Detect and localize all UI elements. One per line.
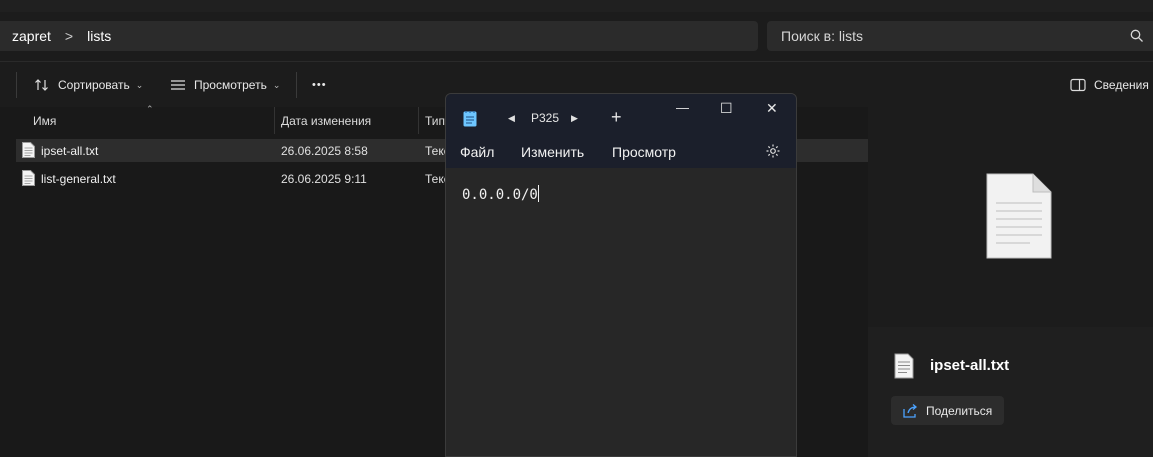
view-list-icon bbox=[171, 80, 185, 90]
share-button[interactable]: Поделиться bbox=[891, 396, 1004, 425]
menu-view[interactable]: Просмотр bbox=[612, 144, 676, 160]
share-label: Поделиться bbox=[926, 403, 993, 418]
details-pane-icon bbox=[1070, 78, 1086, 92]
chevron-down-icon: ⌄ bbox=[272, 79, 281, 90]
notepad-menubar: Файл Изменить Просмотр bbox=[446, 136, 796, 168]
details-pane: ipset-all.txt Поделиться bbox=[868, 107, 1153, 457]
gear-icon[interactable] bbox=[765, 143, 781, 159]
breadcrumb-zapret[interactable]: zapret bbox=[12, 28, 51, 44]
tab-scroll-right-icon[interactable]: ▶ bbox=[571, 113, 578, 124]
address-bar[interactable]: zapret > lists bbox=[0, 21, 758, 51]
notepad-window: ◀ P325 ▶ + — ☐ ✕ Файл Изменить Просмотр … bbox=[445, 93, 797, 457]
editor-content: 0.0.0.0/0 bbox=[462, 187, 538, 203]
details-file-name: ipset-all.txt bbox=[930, 357, 1010, 374]
menu-file[interactable]: Файл bbox=[460, 144, 494, 160]
preview-area bbox=[868, 107, 1153, 327]
column-name[interactable]: Имя bbox=[33, 114, 56, 128]
details-label: Сведения bbox=[1094, 78, 1149, 92]
notepad-titlebar[interactable]: ◀ P325 ▶ + — ☐ ✕ bbox=[446, 94, 796, 136]
title-strip bbox=[0, 0, 1153, 12]
sort-button[interactable]: Сортировать ⌄ bbox=[34, 74, 143, 96]
more-button[interactable]: ••• bbox=[312, 74, 327, 96]
file-name: ipset-all.txt bbox=[41, 144, 99, 158]
breadcrumb-lists[interactable]: lists bbox=[87, 28, 111, 44]
address-row: zapret > lists Поиск в: lists bbox=[0, 12, 1153, 61]
document-preview-icon bbox=[986, 173, 1052, 259]
view-label: Просмотреть bbox=[194, 78, 267, 92]
search-placeholder: Поиск в: lists bbox=[781, 28, 864, 44]
sort-icon bbox=[35, 79, 48, 91]
toolbar-divider bbox=[16, 72, 17, 98]
column-divider[interactable] bbox=[274, 107, 275, 134]
notepad-tab-title[interactable]: P325 bbox=[531, 111, 559, 125]
close-button[interactable]: ✕ bbox=[766, 100, 778, 117]
minimize-button[interactable]: — bbox=[676, 100, 689, 115]
text-file-icon bbox=[22, 170, 35, 186]
maximize-button[interactable]: ☐ bbox=[720, 100, 733, 117]
text-file-icon bbox=[22, 142, 35, 158]
text-caret bbox=[537, 185, 539, 202]
notepad-editor[interactable]: 0.0.0.0/0 bbox=[446, 168, 796, 456]
file-date: 26.06.2025 9:11 bbox=[281, 172, 367, 186]
details-pane-button[interactable]: Сведения bbox=[1070, 74, 1149, 96]
column-type[interactable]: Тип bbox=[425, 114, 445, 128]
new-tab-button[interactable]: + bbox=[611, 107, 622, 128]
tab-scroll-left-icon[interactable]: ◀ bbox=[508, 113, 515, 124]
toolbar-divider bbox=[296, 72, 297, 98]
editor-text-line: 0.0.0.0/0 bbox=[462, 185, 539, 203]
search-icon bbox=[1130, 29, 1143, 42]
chevron-down-icon: ⌄ bbox=[135, 79, 144, 90]
breadcrumb-separator-icon: > bbox=[64, 28, 74, 44]
sort-ascending-icon: ⌃ bbox=[146, 104, 154, 114]
notepad-app-icon bbox=[463, 111, 477, 127]
file-date: 26.06.2025 8:58 bbox=[281, 144, 368, 158]
menu-edit[interactable]: Изменить bbox=[521, 144, 584, 160]
search-input[interactable]: Поиск в: lists bbox=[767, 21, 1153, 51]
share-icon bbox=[903, 403, 918, 418]
text-file-icon bbox=[894, 353, 914, 379]
sort-label: Сортировать bbox=[58, 78, 130, 92]
column-date[interactable]: Дата изменения bbox=[281, 114, 371, 128]
view-button[interactable]: Просмотреть ⌄ bbox=[170, 74, 280, 96]
file-name: list-general.txt bbox=[41, 172, 116, 186]
column-divider[interactable] bbox=[418, 107, 419, 134]
